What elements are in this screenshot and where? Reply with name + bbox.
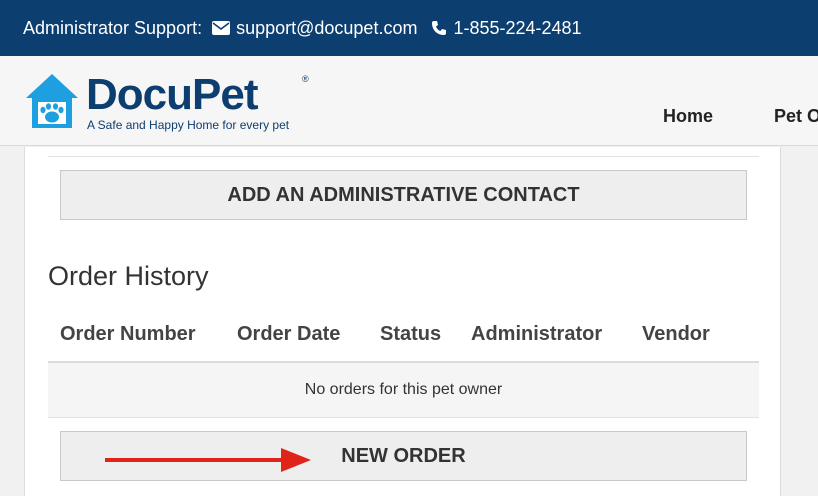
col-vendor[interactable]: Vendor bbox=[642, 323, 710, 346]
table-empty-row: No orders for this pet owner bbox=[48, 363, 759, 418]
col-order-number[interactable]: Order Number bbox=[60, 323, 196, 346]
docupet-logo[interactable]: DocuPet ® A Safe and Happy Home for ever… bbox=[24, 70, 324, 134]
support-bar: Administrator Support: support@docupet.c… bbox=[0, 0, 818, 56]
envelope-icon bbox=[212, 21, 231, 35]
trademark-mark: ® bbox=[302, 74, 309, 84]
order-history-title: Order History bbox=[48, 261, 209, 291]
pet-owner-panel: ADD AN ADMINISTRATIVE CONTACT Order Hist… bbox=[24, 147, 781, 496]
support-label: Administrator Support: bbox=[23, 17, 203, 38]
brand-name: DocuPet bbox=[86, 70, 258, 120]
support-email[interactable]: support@docupet.com bbox=[236, 18, 417, 39]
brand-docu: Docu bbox=[86, 70, 193, 119]
divider bbox=[48, 156, 759, 157]
support-phone-link[interactable]: 1-855-224-2481 bbox=[431, 18, 582, 39]
nav-pet-owners[interactable]: Pet O bbox=[774, 106, 818, 127]
col-order-date[interactable]: Order Date bbox=[237, 323, 340, 346]
brand-pet: Pet bbox=[192, 70, 258, 119]
site-header: DocuPet ® A Safe and Happy Home for ever… bbox=[0, 56, 818, 146]
col-administrator[interactable]: Administrator bbox=[471, 323, 602, 346]
add-administrative-contact-button[interactable]: ADD AN ADMINISTRATIVE CONTACT bbox=[60, 170, 747, 220]
support-phone[interactable]: 1-855-224-2481 bbox=[453, 18, 581, 39]
brand-tagline: A Safe and Happy Home for every pet bbox=[87, 118, 290, 132]
house-paw-icon bbox=[26, 74, 78, 128]
red-arrow-annotation bbox=[105, 448, 311, 472]
phone-icon bbox=[431, 20, 447, 36]
support-email-link[interactable]: support@docupet.com bbox=[212, 18, 417, 39]
nav-home[interactable]: Home bbox=[663, 106, 713, 127]
order-table-header: Order Number Order Date Status Administr… bbox=[48, 309, 759, 363]
col-status[interactable]: Status bbox=[380, 323, 441, 346]
empty-message: No orders for this pet owner bbox=[304, 381, 503, 398]
